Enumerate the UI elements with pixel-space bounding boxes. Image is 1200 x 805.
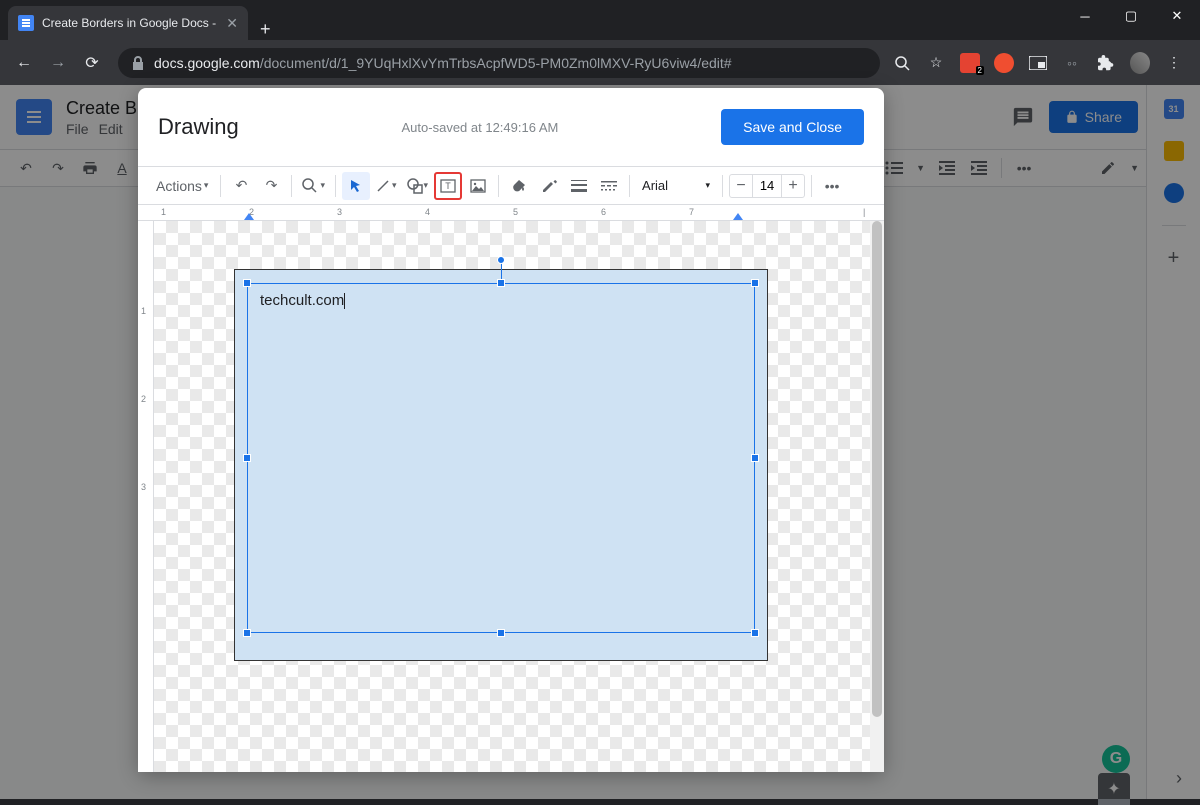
selection-outline[interactable]: techcult.com [247,283,755,633]
resize-handle-bl[interactable] [243,629,251,637]
extension-icon[interactable]: ◦◦ [1062,53,1082,73]
tab-close-icon[interactable]: ✕ [226,15,238,32]
resize-handle-ml[interactable] [243,454,251,462]
extensions-puzzle-icon[interactable] [1096,53,1116,73]
lock-icon [132,56,144,70]
adblock-extension-icon[interactable] [994,53,1014,73]
nav-reload-icon[interactable]: ⟳ [78,49,106,77]
drawing-dialog: Drawing Auto-saved at 12:49:16 AM Save a… [138,88,884,772]
pip-extension-icon[interactable] [1028,53,1048,73]
resize-handle-br[interactable] [751,629,759,637]
indent-right-marker[interactable] [733,213,743,220]
resize-handle-tl[interactable] [243,279,251,287]
line-tool-icon[interactable]: ▾ [372,172,401,200]
window-close[interactable]: ✕ [1154,0,1200,32]
drawing-canvas[interactable]: techcult.com [154,221,870,772]
resize-handle-mr[interactable] [751,454,759,462]
dialog-title: Drawing [158,114,239,140]
zoom-icon[interactable]: ▾ [298,172,329,200]
window-maximize[interactable]: ▢ [1108,0,1154,32]
fill-color-icon[interactable] [505,172,533,200]
scrollbar-thumb[interactable] [872,221,882,717]
image-tool-icon[interactable] [464,172,492,200]
horizontal-ruler[interactable]: 1 2 3 4 5 6 7 | [138,205,884,221]
nav-back-icon[interactable]: ← [10,49,38,77]
actions-menu[interactable]: Actions ▾ [150,172,214,200]
resize-handle-tm[interactable] [497,279,505,287]
border-weight-icon[interactable] [565,172,593,200]
font-size-decrease[interactable]: − [730,177,752,195]
browser-tab[interactable]: Create Borders in Google Docs - ✕ [8,6,248,40]
save-and-close-button[interactable]: Save and Close [721,109,864,145]
text-box-tool-icon[interactable]: T [434,172,462,200]
resize-handle-tr[interactable] [751,279,759,287]
border-color-icon[interactable] [535,172,563,200]
window-minimize[interactable]: ─ [1062,0,1108,32]
zoom-icon[interactable] [892,53,912,73]
browser-menu-icon[interactable]: ⋮ [1164,53,1184,73]
shape-tool-icon[interactable]: ▾ [403,172,433,200]
undo-icon[interactable]: ↶ [227,172,255,200]
rotation-handle[interactable] [497,256,505,264]
font-family-select[interactable]: Arial▾ [636,172,716,200]
bookmark-star-icon[interactable]: ☆ [926,53,946,73]
svg-text:T: T [445,181,451,191]
url-path: /document/d/1_9YUqHxlXvYmTrbsAcpfWD5-PM0… [260,55,732,71]
vertical-ruler[interactable]: 1 2 3 [138,221,154,772]
indent-left-marker[interactable] [244,213,254,220]
drawing-toolbar: Actions ▾ ↶ ↷ ▾ ▾ ▾ T [138,166,884,204]
font-size-increase[interactable]: + [782,177,804,195]
new-tab-button[interactable]: + [248,19,283,40]
redo-icon[interactable]: ↷ [257,172,285,200]
more-options-icon[interactable]: ••• [818,172,846,200]
border-dash-icon[interactable] [595,172,623,200]
rotation-line [501,262,502,280]
autosave-status: Auto-saved at 12:49:16 AM [239,120,721,135]
text-content[interactable]: techcult.com [260,292,345,309]
docs-favicon-icon [18,15,34,31]
tab-title: Create Borders in Google Docs - [42,16,218,30]
resize-handle-bm[interactable] [497,629,505,637]
url-domain: docs.google.com [154,55,260,71]
select-tool-icon[interactable] [342,172,370,200]
font-size-control: − 14 + [729,174,805,198]
profile-avatar[interactable] [1130,53,1150,73]
nav-forward-icon[interactable]: → [44,49,72,77]
font-size-value[interactable]: 14 [752,175,782,197]
address-bar[interactable]: docs.google.com/document/d/1_9YUqHxlXvYm… [118,48,880,78]
todoist-extension-icon[interactable]: 2 [960,53,980,73]
